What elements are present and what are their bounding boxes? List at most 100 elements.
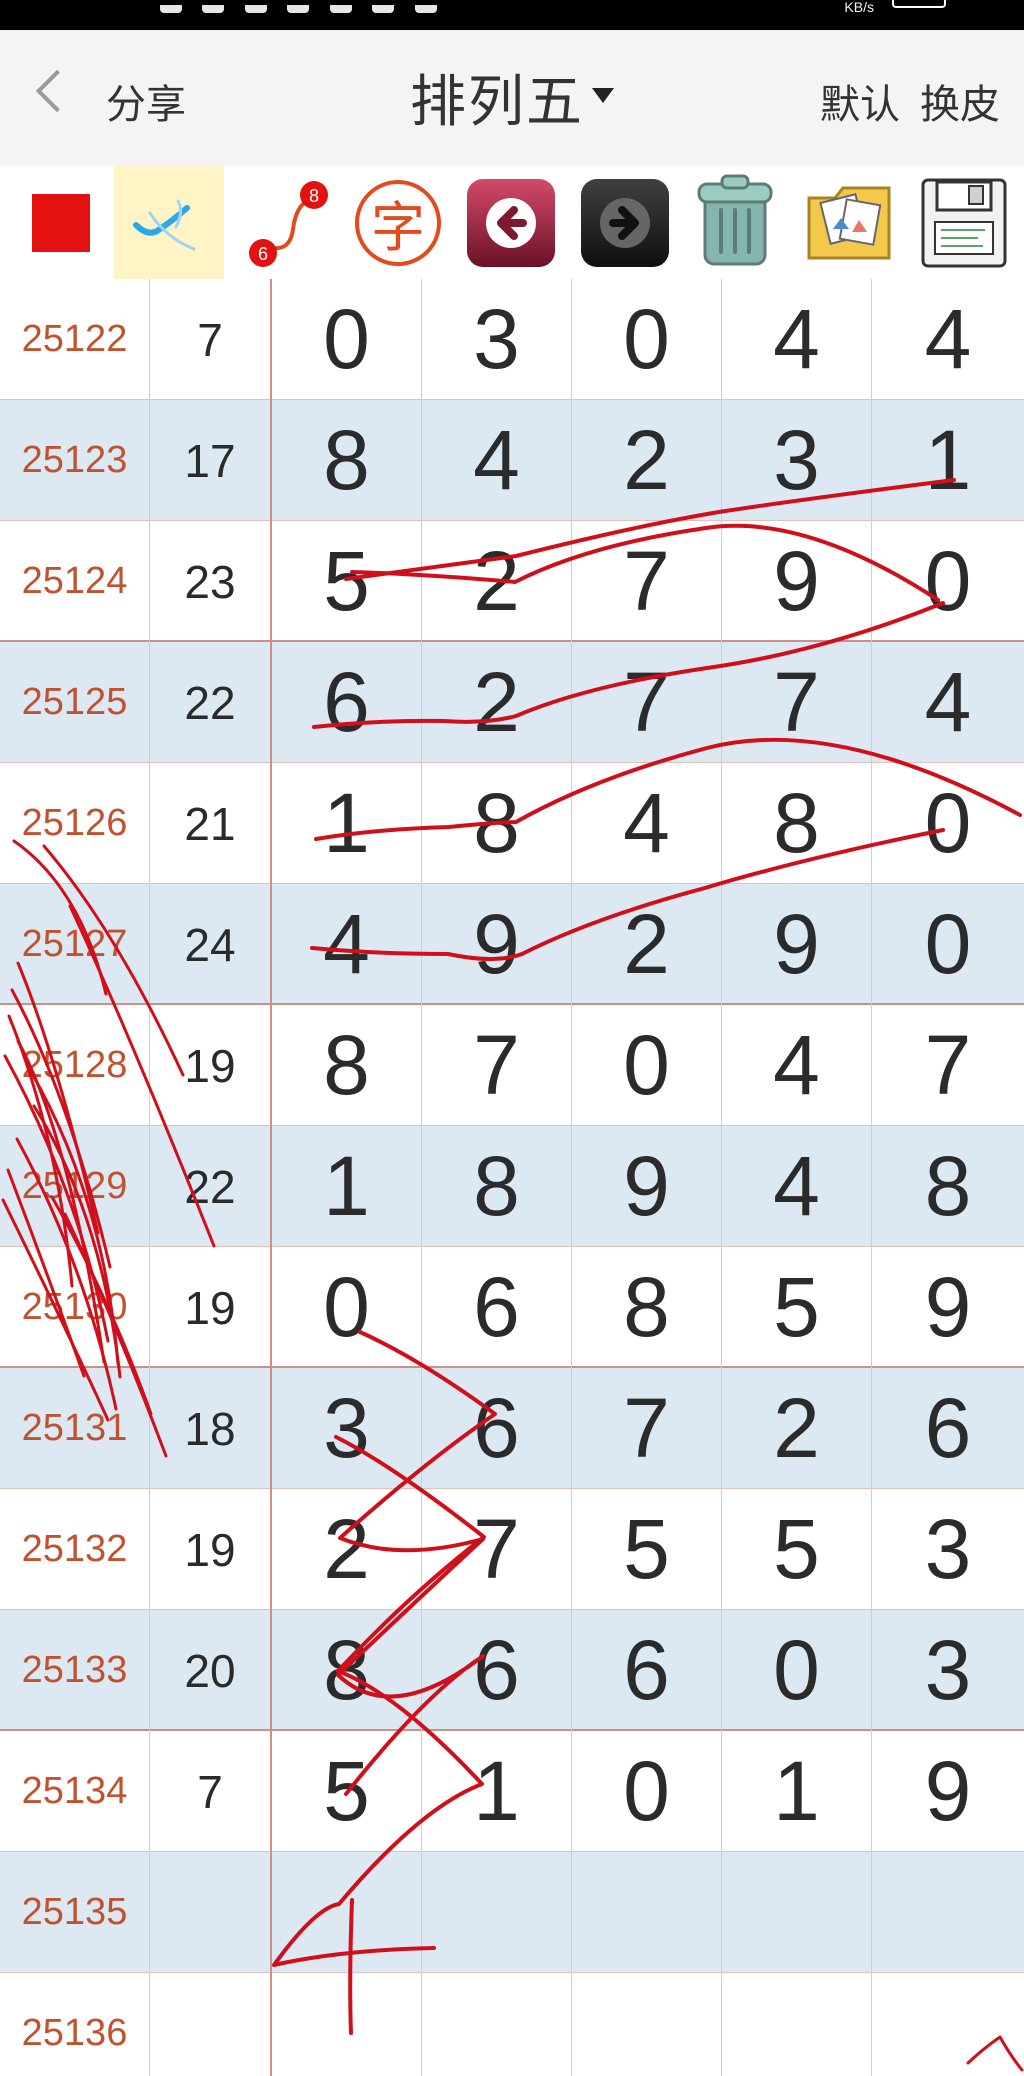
period-cell: 25132 — [0, 1489, 150, 1610]
save-button[interactable] — [909, 166, 1019, 279]
period-cell: 25134 — [0, 1731, 150, 1852]
status-icon — [329, 5, 352, 13]
digit-cell — [872, 1973, 1024, 2076]
table-row: 25135 — [0, 1852, 1024, 1973]
table-row: 25126 21 1 8 4 8 0 — [0, 763, 1024, 884]
text-tool[interactable]: 字 — [343, 166, 453, 279]
next-button[interactable] — [570, 166, 680, 279]
sum-cell: 22 — [150, 642, 272, 763]
previous-button[interactable] — [456, 166, 566, 279]
digit-cell: 6 — [422, 1247, 572, 1368]
connect-line-icon: 8 6 — [249, 180, 328, 267]
battery-icon — [892, 0, 946, 8]
digit-cell: 3 — [924, 1502, 972, 1596]
digit-cell: 7 — [422, 1489, 572, 1610]
digit-cell: 4 — [722, 1005, 872, 1126]
trash-button[interactable] — [680, 166, 790, 279]
digit-cell: 2 — [572, 400, 722, 521]
digit-cell: 4 — [722, 279, 872, 400]
period-cell: 25135 — [0, 1852, 150, 1973]
sum-cell — [150, 1973, 272, 2076]
period-cell: 25124 — [0, 521, 150, 642]
table-row: 25132 19 2 7 5 5 3 — [0, 1489, 1024, 1610]
left-arrow-icon — [467, 178, 555, 267]
digit-cell: 3 — [722, 400, 872, 521]
digit-cell: 1 — [722, 1731, 872, 1852]
digit-cell: 8 — [572, 1247, 722, 1368]
sum-cell: 23 — [150, 521, 272, 642]
table-row: 25136 — [0, 1973, 1024, 2076]
table-row: 25128 19 8 7 0 4 7 — [0, 1005, 1024, 1126]
digit-cell — [422, 1973, 572, 2076]
table-row: 25122 7 0 3 0 4 4 — [0, 279, 1024, 400]
status-bar: KB/s — [0, 0, 1024, 30]
status-icon — [160, 5, 182, 13]
digit-cell: 7 — [722, 642, 872, 763]
sum-cell: 21 — [150, 763, 272, 884]
digit-cell — [872, 1852, 1024, 1973]
digit-cell: 1 — [422, 1731, 572, 1852]
digit-cell: 4 — [422, 400, 572, 521]
table-row: 25123 17 8 4 2 3 1 — [0, 400, 1024, 521]
digit-cell — [722, 1852, 872, 1973]
sum-cell: 24 — [150, 884, 272, 1005]
default-button[interactable]: 默认 — [820, 72, 900, 130]
red-color-icon — [32, 193, 90, 252]
period-cell: 25123 — [0, 400, 150, 521]
share-button[interactable]: 分享 — [106, 72, 186, 130]
digit-cell: 2 — [722, 1368, 872, 1489]
connect-line-tool[interactable]: 8 6 — [230, 166, 340, 279]
digit-cell: 2 — [272, 1489, 422, 1610]
digit-cell: 7 — [924, 1018, 972, 1112]
digit-cell: 4 — [572, 763, 722, 884]
digit-cell: 3 — [272, 1368, 422, 1489]
digit-cell: 6 — [924, 1381, 972, 1475]
table-row: 25133 20 8 6 6 0 3 — [0, 1610, 1024, 1731]
freehand-draw-tool[interactable] — [114, 166, 224, 279]
digit-cell: 1 — [272, 1126, 422, 1247]
back-icon[interactable] — [35, 69, 79, 113]
lottery-selector[interactable]: 排列五 — [410, 62, 660, 135]
pen-color-tool[interactable] — [6, 166, 116, 279]
image-folder-button[interactable] — [794, 166, 904, 279]
table-row: 25124 23 5 2 7 9 0 — [0, 521, 1024, 642]
digit-cell: 0 — [572, 1005, 722, 1126]
digit-cell: 8 — [272, 1610, 422, 1731]
period-cell: 25125 — [0, 642, 150, 763]
network-speed: KB/s — [844, 0, 874, 15]
period-cell: 25130 — [0, 1247, 150, 1368]
digit-cell: 8 — [272, 400, 422, 521]
table-row: 25125 22 6 2 7 7 4 — [0, 642, 1024, 763]
status-icon — [202, 5, 225, 13]
digit-cell: 8 — [422, 1126, 572, 1247]
digit-cell: 0 — [924, 776, 972, 870]
right-arrow-icon — [581, 178, 669, 267]
status-icon — [244, 5, 267, 13]
digit-cell: 8 — [722, 763, 872, 884]
table-row: 25134 7 5 1 0 1 9 — [0, 1731, 1024, 1852]
sum-cell: 19 — [150, 1247, 272, 1368]
digit-cell: 4 — [722, 1126, 872, 1247]
digit-cell: 7 — [572, 521, 722, 642]
digit-cell: 9 — [722, 884, 872, 1005]
sum-cell: 7 — [150, 1731, 272, 1852]
digit-cell: 0 — [924, 534, 972, 628]
period-cell: 25122 — [0, 279, 150, 400]
digit-cell: 5 — [272, 521, 422, 642]
digit-cell: 2 — [572, 884, 722, 1005]
digit-cell: 8 — [272, 1005, 422, 1126]
sum-cell: 22 — [150, 1126, 272, 1247]
sum-cell — [150, 1852, 272, 1973]
digit-cell: 0 — [722, 1610, 872, 1731]
change-skin-button[interactable]: 换皮 — [920, 72, 1000, 130]
period-cell: 25131 — [0, 1368, 150, 1489]
digit-cell: 6 — [272, 642, 422, 763]
draw-result-grid: 25122 7 0 3 0 4 4 25123 17 8 4 2 3 1 25124 23 5 2 7 9 0 25125… — [0, 279, 1024, 2076]
floppy-disk-icon — [921, 178, 1007, 267]
digit-cell: 0 — [272, 279, 422, 400]
digit-cell: 3 — [924, 1623, 972, 1717]
digit-cell: 9 — [924, 1260, 972, 1354]
digit-cell: 8 — [422, 763, 572, 884]
sum-cell: 19 — [150, 1005, 272, 1126]
digit-cell: 4 — [924, 292, 972, 386]
